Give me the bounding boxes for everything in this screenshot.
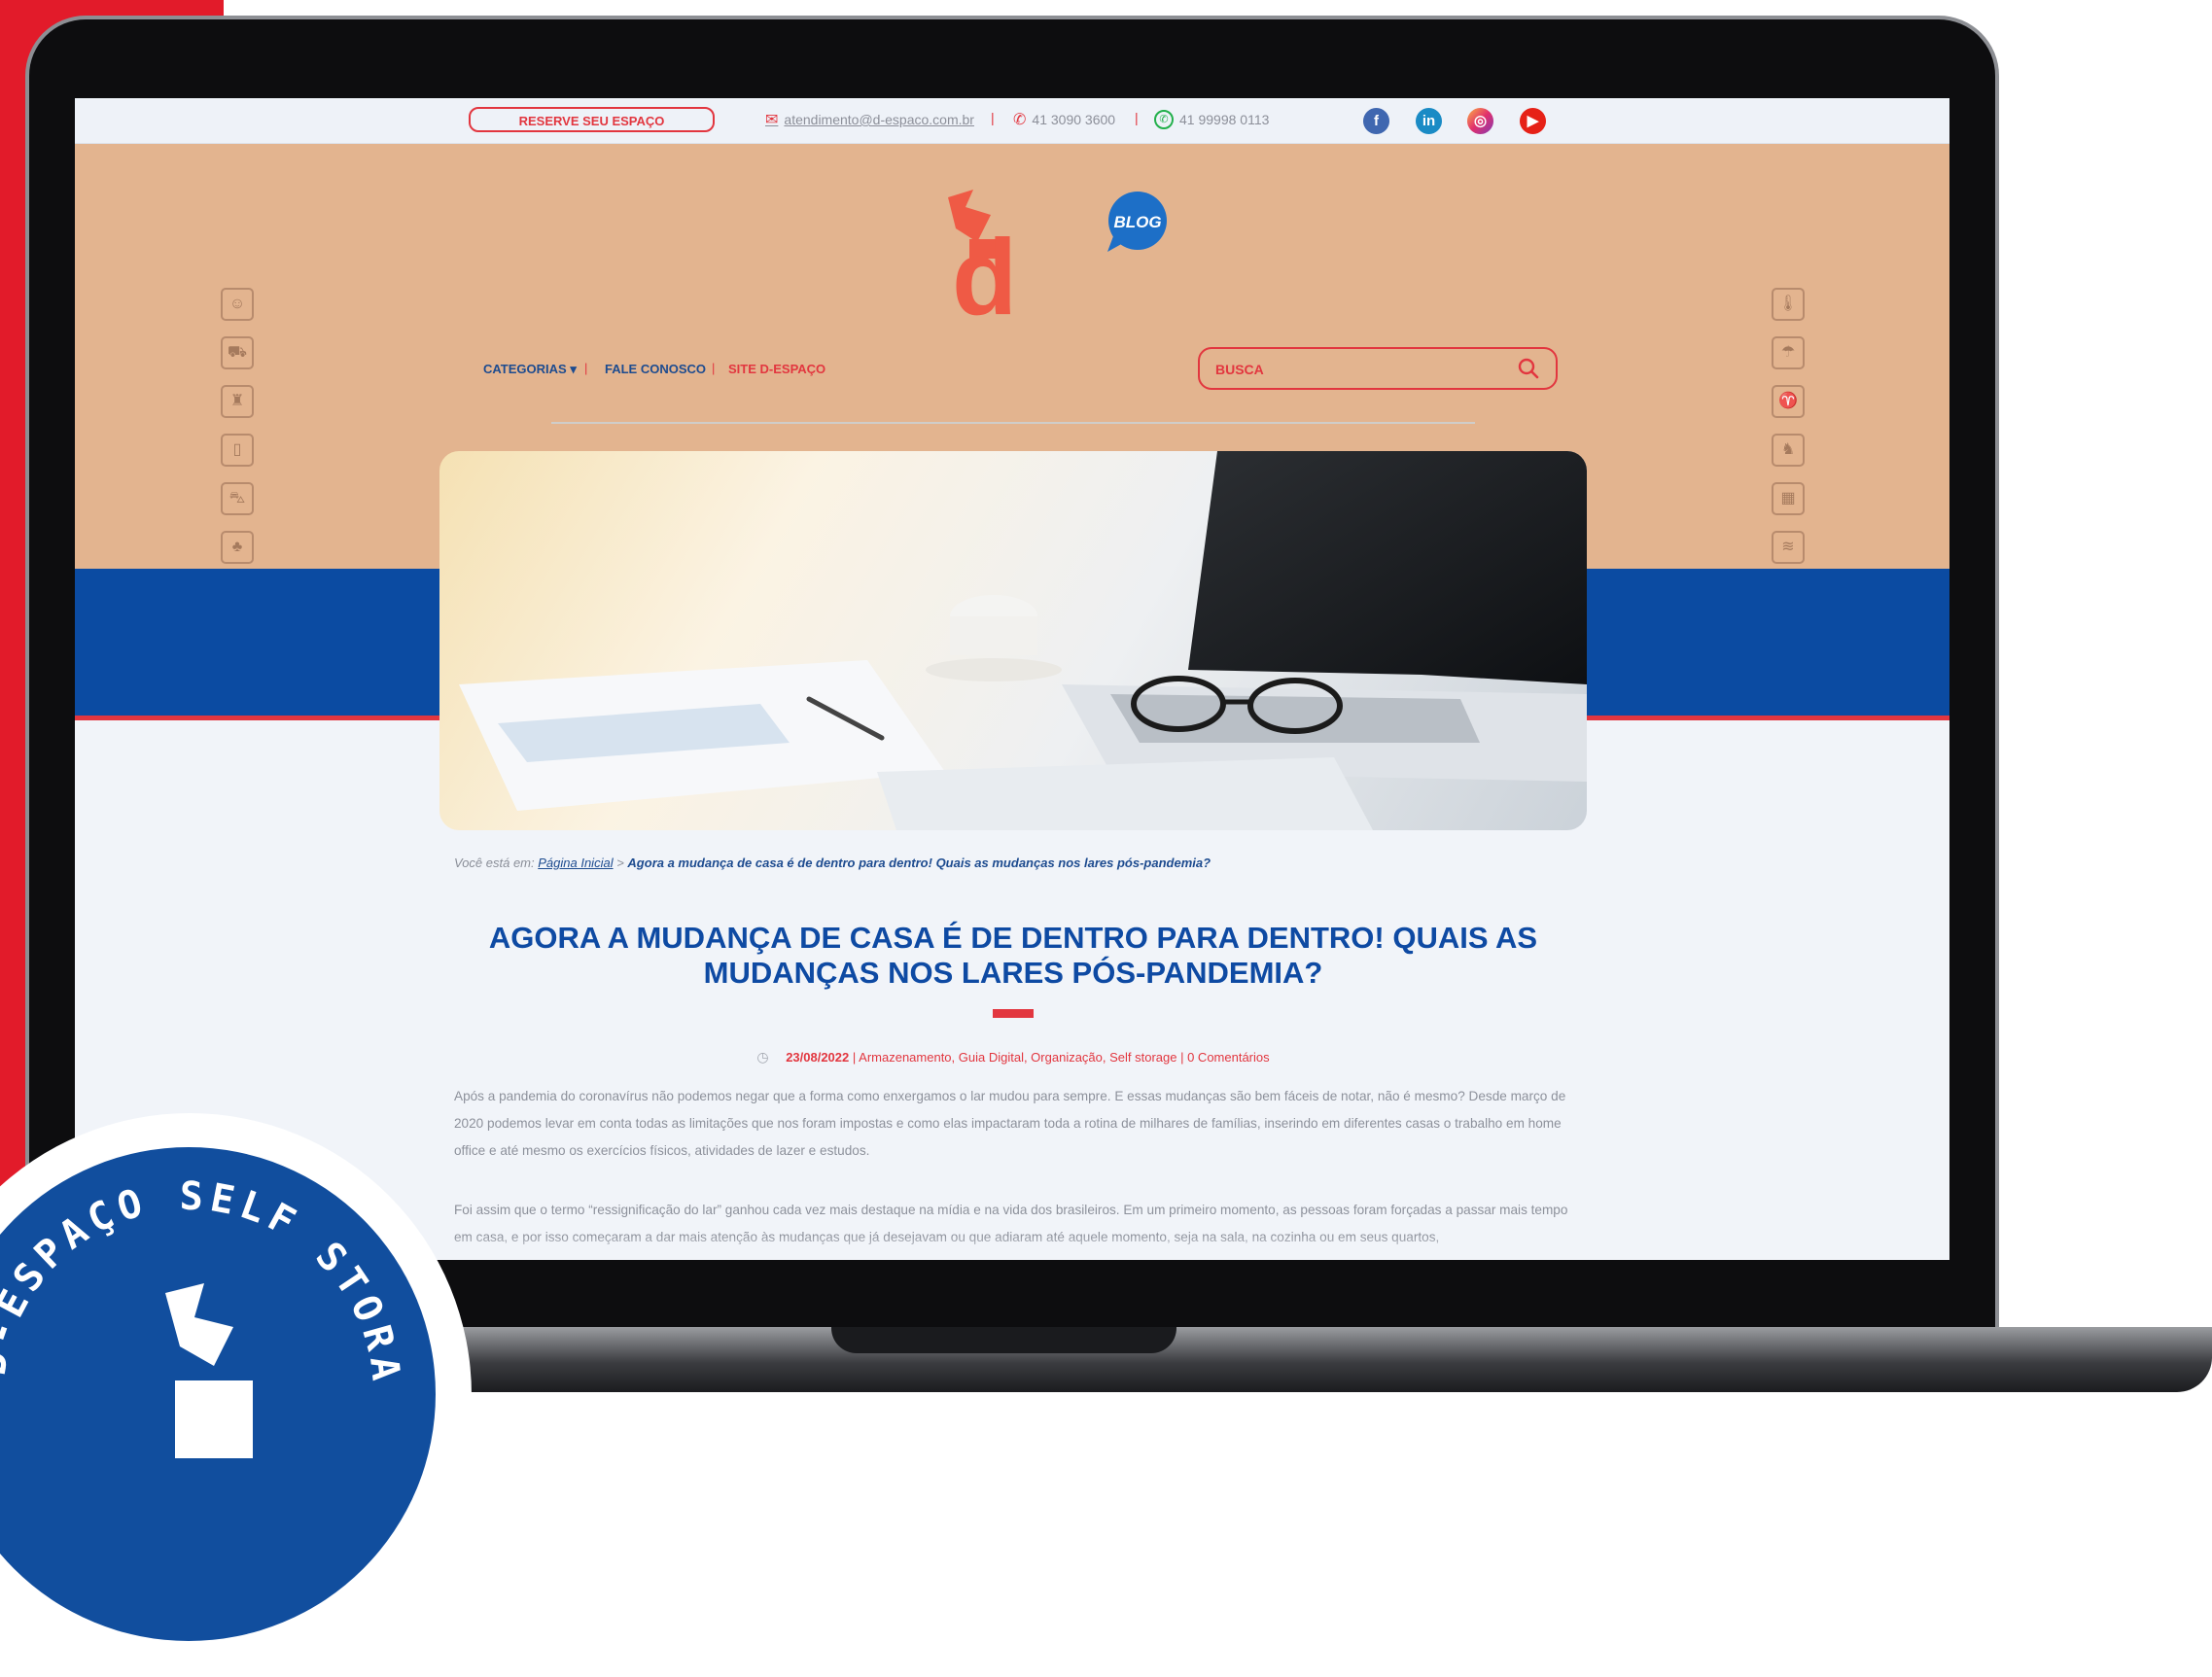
title-underline [993,1009,1034,1018]
nav-fale-conosco[interactable]: FALE CONOSCO [605,362,706,376]
separator: | [991,110,995,125]
breadcrumb: Você está em: Página Inicial > Agora a m… [454,856,1211,870]
laptop-desk-illustration [459,451,1587,830]
logo-letter: d [952,218,1017,322]
whatsapp-text: 41 99998 0113 [1179,112,1270,127]
truck-icon: ⛟ [221,336,254,369]
linkedin-icon[interactable]: in [1416,108,1442,134]
laptop-base [292,1327,2212,1392]
wine-glass-icon: ♈ [1772,385,1805,418]
breadcrumb-current: Agora a mudança de casa é de dentro para… [627,856,1211,870]
mail-icon: ✉ [765,112,779,128]
chair-icon: ♞ [1772,434,1805,467]
whatsapp-link[interactable]: ✆ 41 99998 0113 [1154,110,1269,129]
door-icon: ▯ [221,434,254,467]
meeting-icon: ▦ [1772,482,1805,515]
nav-categorias[interactable]: CATEGORIAS ▾ [483,362,577,377]
nav-site-despaco[interactable]: SITE D-ESPAÇO [728,362,825,376]
email-link[interactable]: ✉ atendimento@d-espaco.com.br [765,110,974,129]
search-icon[interactable] [1517,357,1540,380]
top-bar: RESERVE SEU ESPAÇO ✉ atendimento@d-espac… [75,98,1949,144]
seal-text: D-ESPAÇO SELF STORAGE [0,1147,403,1458]
hero-image [439,451,1587,830]
phone-link[interactable]: ✆ 41 3090 3600 [1013,110,1115,129]
post-meta: ◷ 23/08/2022 | Armazenamento, Guia Digit… [439,1049,1587,1066]
breadcrumb-separator: > [616,856,624,870]
post-title: AGORA A MUDANÇA DE CASA É DE DENTRO PARA… [488,921,1538,990]
facebook-icon[interactable]: f [1363,108,1389,134]
whatsapp-icon: ✆ [1154,110,1174,129]
post-categories[interactable]: | Armazenamento, Guia Digital, Organizaç… [853,1050,1270,1065]
reserve-button[interactable]: RESERVE SEU ESPAÇO [469,107,715,132]
phone-icon: ✆ [1013,112,1027,128]
breadcrumb-home-link[interactable]: Página Inicial [538,856,613,870]
phone-text: 41 3090 3600 [1032,112,1116,127]
youtube-icon[interactable]: ▶ [1520,108,1546,134]
worker-icon: ♜ [221,385,254,418]
nav-separator: | [712,361,716,375]
umbrella-icon: ☂ [1772,336,1805,369]
laptop-screen: RESERVE SEU ESPAÇO ✉ atendimento@d-espac… [75,98,1949,1260]
person-icon: ☺ [221,288,254,321]
header-divider [551,422,1475,424]
thermometer-icon: 🌡 [1772,288,1805,321]
blog-badge: BLOG [1113,213,1161,231]
post-paragraph: Após a pandemia do coronavírus não podem… [454,1089,1566,1158]
laptop-notch [831,1327,1176,1353]
instagram-icon[interactable]: ◎ [1467,108,1493,134]
wifi-icon: ≋ [1772,531,1805,564]
plant-icon: ♣ [221,531,254,564]
clock-icon: ◷ [756,1049,769,1065]
blog-logo[interactable]: d BLOG [930,186,1174,322]
email-text: atendimento@d-espaco.com.br [784,112,974,127]
breadcrumb-prefix: Você está em: [454,856,535,870]
car-icon: ⛍ [221,482,254,515]
search-input[interactable]: BUSCA [1215,362,1264,377]
nav-separator: | [584,361,588,375]
post-date: 23/08/2022 [786,1050,850,1065]
search-box[interactable]: BUSCA [1198,347,1558,390]
separator: | [1135,110,1139,125]
